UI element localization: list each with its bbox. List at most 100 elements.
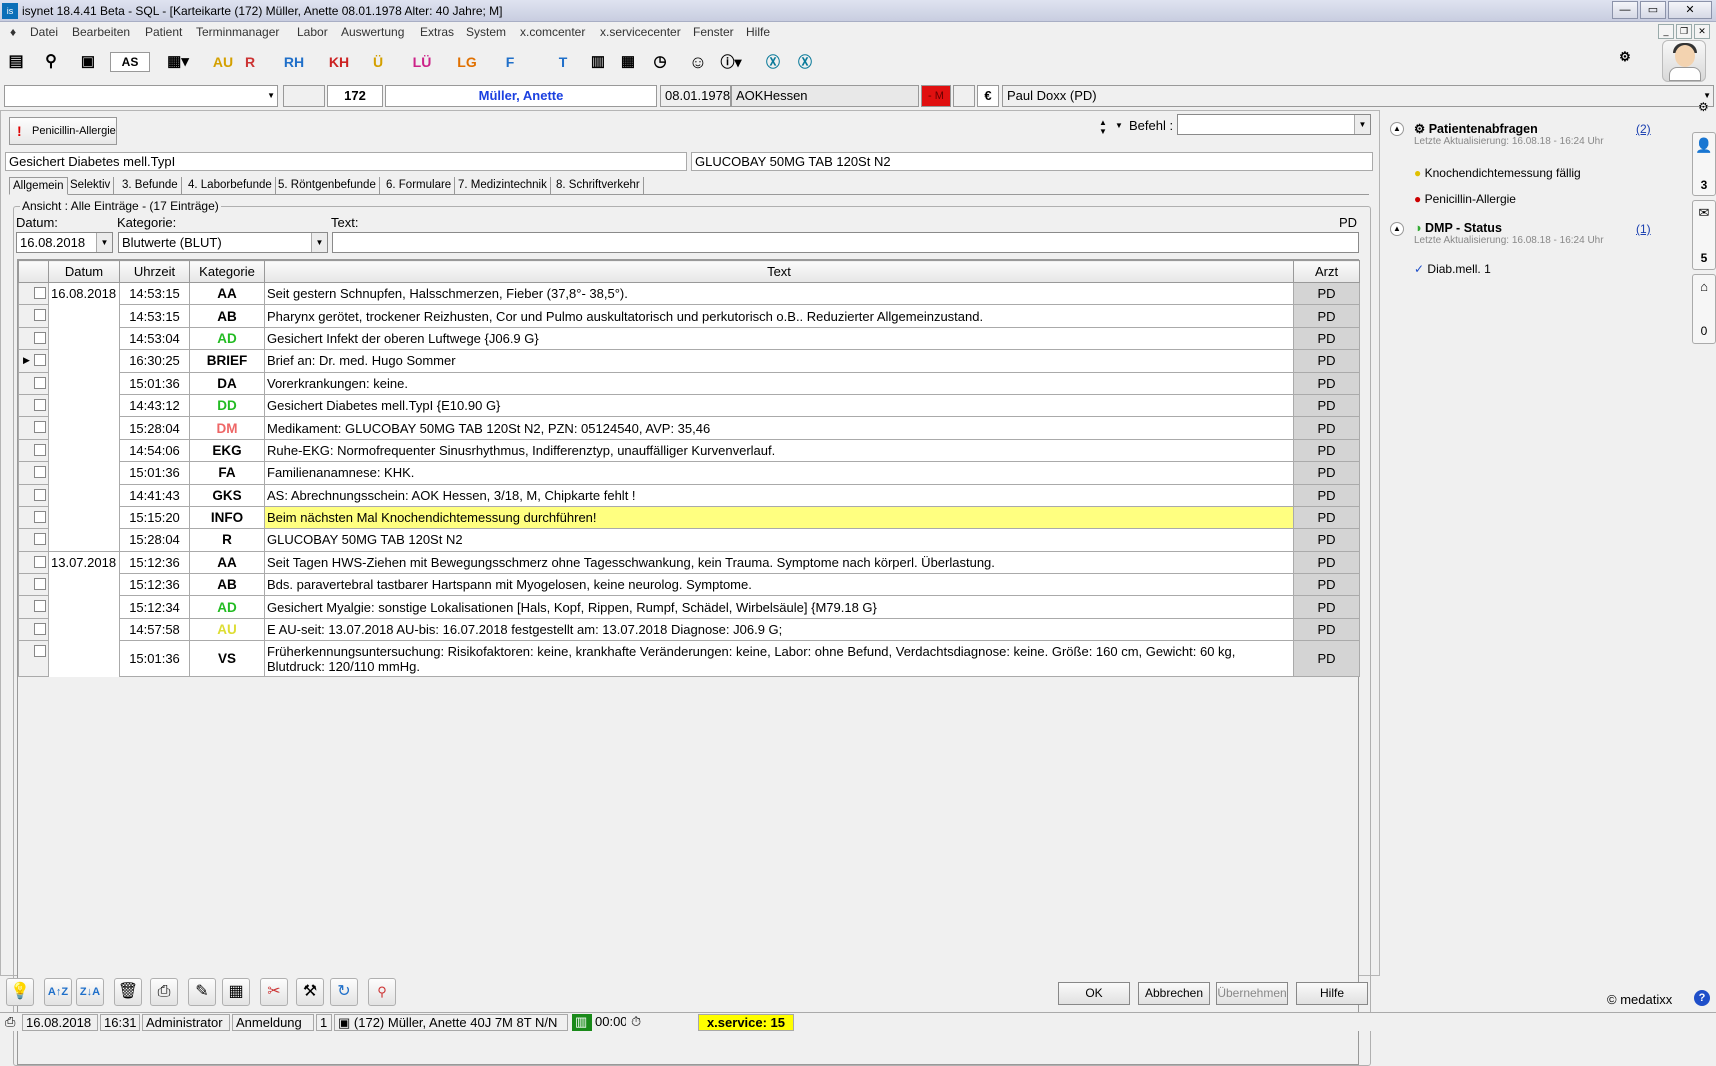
row-selector[interactable] — [18, 304, 49, 328]
text-column-header[interactable]: Text — [264, 260, 1294, 283]
row-selector[interactable] — [18, 326, 49, 351]
help-circle-icon[interactable]: ? — [1694, 990, 1710, 1006]
row-checkbox[interactable] — [34, 488, 46, 501]
row-checkbox[interactable] — [34, 466, 46, 479]
tab-befunde[interactable]: 3. Befunde — [119, 177, 182, 195]
row-selector[interactable] — [18, 550, 49, 575]
row-checkbox[interactable] — [34, 645, 46, 658]
table-row[interactable]: 15:01:36 DA Vorerkrankungen: keine. PD — [18, 371, 1360, 395]
row-checkbox[interactable] — [34, 398, 46, 411]
row-selector[interactable] — [18, 371, 49, 395]
row-checkbox[interactable] — [34, 376, 46, 389]
abfragen-item-allergie[interactable]: ● Penicillin-Allergie — [1414, 192, 1516, 206]
row-checkbox[interactable] — [34, 533, 46, 546]
x-concept-2-icon[interactable]: Ⓧ — [794, 49, 816, 75]
table-row[interactable]: 15:28:04 DM Medikament: GLUCOBAY 50MG TAB … — [18, 416, 1360, 440]
tab-laborbefunde[interactable]: 4. Laborbefunde — [185, 177, 276, 195]
tab-formulare[interactable]: 6. Formulare — [383, 177, 456, 195]
sort-descending-icon[interactable]: Z↓A — [76, 978, 104, 1006]
document-icon[interactable]: ▦▾ — [160, 49, 196, 75]
f-form-button[interactable]: F — [500, 49, 520, 75]
row-selector[interactable]: ▶ — [18, 349, 49, 373]
cancel-button[interactable]: Abbrechen — [1138, 982, 1210, 1005]
row-selector[interactable] — [18, 573, 49, 597]
row-checkbox[interactable] — [34, 578, 46, 591]
menu-datei[interactable]: Datei — [30, 25, 58, 39]
apply-button[interactable]: Übernehmen — [1216, 982, 1288, 1005]
mdi-restore-button[interactable]: ❐ — [1676, 24, 1692, 39]
table-row[interactable]: 15:12:34 AD Gesichert Myalgie: sonstige Lo… — [18, 595, 1360, 619]
mdi-minimize-button[interactable]: _ — [1658, 24, 1674, 39]
doctor-combo[interactable]: Paul Doxx (PD) ▼ — [1002, 85, 1714, 107]
kategorie-column-header[interactable]: Kategorie — [189, 260, 265, 283]
row-checkbox[interactable] — [34, 600, 46, 613]
table-row[interactable]: 15:28:04 R GLUCOBAY 50MG TAB 120St N2 PD — [18, 528, 1360, 552]
settings-gear-icon[interactable]: ⚙ — [1698, 100, 1709, 114]
stopwatch-icon[interactable]: ⏱ — [628, 1014, 648, 1031]
kh-form-button[interactable]: KH — [326, 49, 352, 75]
rh-form-button[interactable]: RH — [282, 49, 306, 75]
printer-icon[interactable]: ⎙ — [150, 978, 178, 1006]
allergy-button[interactable]: ! Penicillin-Allergie — [9, 117, 117, 145]
x-concept-icon[interactable]: Ⓧ — [762, 49, 784, 75]
table-row[interactable]: 15:01:36 VS Früherkennungsuntersuchung: Ri… — [18, 640, 1360, 678]
datum-column-header[interactable]: Datum — [48, 260, 120, 283]
chevron-down-icon[interactable]: ▼ — [1115, 121, 1123, 130]
sort-ascending-icon[interactable]: A↑Z — [44, 978, 72, 1006]
lg-form-button[interactable]: LG — [455, 49, 479, 75]
tab-medizintechnik[interactable]: 7. Medizintechnik — [455, 177, 551, 195]
menu-patient[interactable]: Patient — [145, 25, 182, 39]
as-form-button[interactable]: AS — [110, 52, 150, 72]
row-selector[interactable] — [18, 483, 49, 507]
assistant-avatar[interactable] — [1662, 40, 1706, 82]
table-settings-icon[interactable]: ▦ — [222, 978, 250, 1006]
collapse-dmp-icon[interactable]: ▲ — [1390, 222, 1404, 236]
arzt-column-header[interactable]: Arzt — [1293, 260, 1360, 283]
table-row[interactable]: 13.07.2018 15:12:36 AA Seit Tagen HWS-Ziehe… — [18, 550, 1360, 677]
t-text-button[interactable]: T — [552, 49, 574, 75]
close-button[interactable]: ✕ — [1668, 1, 1712, 19]
dmp-item-diabmell[interactable]: ✓ Diab.mell. 1 — [1414, 262, 1491, 276]
table-row[interactable]: 15:12:36 AB Bds. paravertebral tastbarer H… — [18, 573, 1360, 597]
menu-labor[interactable]: Labor — [297, 25, 328, 39]
icd-search-icon[interactable]: ⚲ — [368, 978, 396, 1006]
xservice-badge[interactable]: x.service: 15 — [698, 1014, 794, 1031]
row-selector[interactable] — [18, 505, 49, 530]
row-selector[interactable] — [18, 438, 49, 463]
row-checkbox[interactable] — [34, 287, 46, 299]
table-add-icon[interactable]: ▥ — [586, 49, 610, 75]
menu-hilfe[interactable]: Hilfe — [746, 25, 770, 39]
abfragen-count-link[interactable]: (2) — [1636, 122, 1651, 136]
side-home-button[interactable]: ⌂ 0 — [1692, 274, 1716, 344]
table-row[interactable]: 14:54:06 EKG Ruhe-EKG: Normofrequenter Sin… — [18, 438, 1360, 463]
datum-combo[interactable]: 16.08.2018 ▼ — [16, 232, 113, 253]
menu-terminmanager[interactable]: Terminmanager — [196, 25, 279, 39]
ue-form-button[interactable]: Ü — [370, 49, 386, 75]
calendar-icon[interactable]: ▦ — [616, 49, 640, 75]
row-checkbox[interactable] — [34, 309, 46, 322]
sort-arrows-icon[interactable]: ▲ ▼ — [1099, 118, 1107, 136]
lue-form-button[interactable]: LÜ — [410, 49, 434, 75]
minimize-button[interactable]: — — [1612, 1, 1638, 19]
patient-search-icon[interactable]: ⚲ — [38, 49, 64, 75]
table-row[interactable]: 14:57:58 AU E AU-seit: 13.07.2018 AU-bis: … — [18, 617, 1360, 642]
row-checkbox[interactable] — [34, 622, 46, 635]
folder-icon[interactable]: ▣ — [76, 49, 100, 75]
menu-bearbeiten[interactable]: Bearbeiten — [72, 25, 130, 39]
row-selector[interactable] — [18, 528, 49, 552]
row-checkbox[interactable] — [34, 354, 46, 367]
abfragen-item-knochendichte[interactable]: ● Knochendichtemessung fällig — [1414, 166, 1581, 180]
table-row[interactable]: 14:53:15 AB Pharynx gerötet, trockener Rei… — [18, 304, 1360, 328]
row-selector[interactable] — [18, 416, 49, 440]
row-selector[interactable] — [18, 617, 49, 642]
row-checkbox[interactable] — [34, 331, 46, 344]
tab-selektiv[interactable]: Selektiv — [67, 177, 115, 195]
tab-allgemein[interactable]: Allgemein — [9, 177, 68, 195]
table-row[interactable]: 14:53:04 AD Gesichert Infekt der oberen Lu… — [18, 326, 1360, 351]
r-form-button[interactable]: R — [240, 49, 260, 75]
trash-icon[interactable]: 🗑 — [114, 978, 142, 1006]
settings-gear-icon[interactable]: ⚙ — [1616, 44, 1634, 70]
table-row[interactable]: 16.08.2018 14:53:15 AA Seit gestern Schnupf… — [18, 281, 1360, 552]
card-icon[interactable]: ▤ — [4, 49, 28, 75]
collapse-abfragen-icon[interactable]: ▲ — [1390, 122, 1404, 136]
